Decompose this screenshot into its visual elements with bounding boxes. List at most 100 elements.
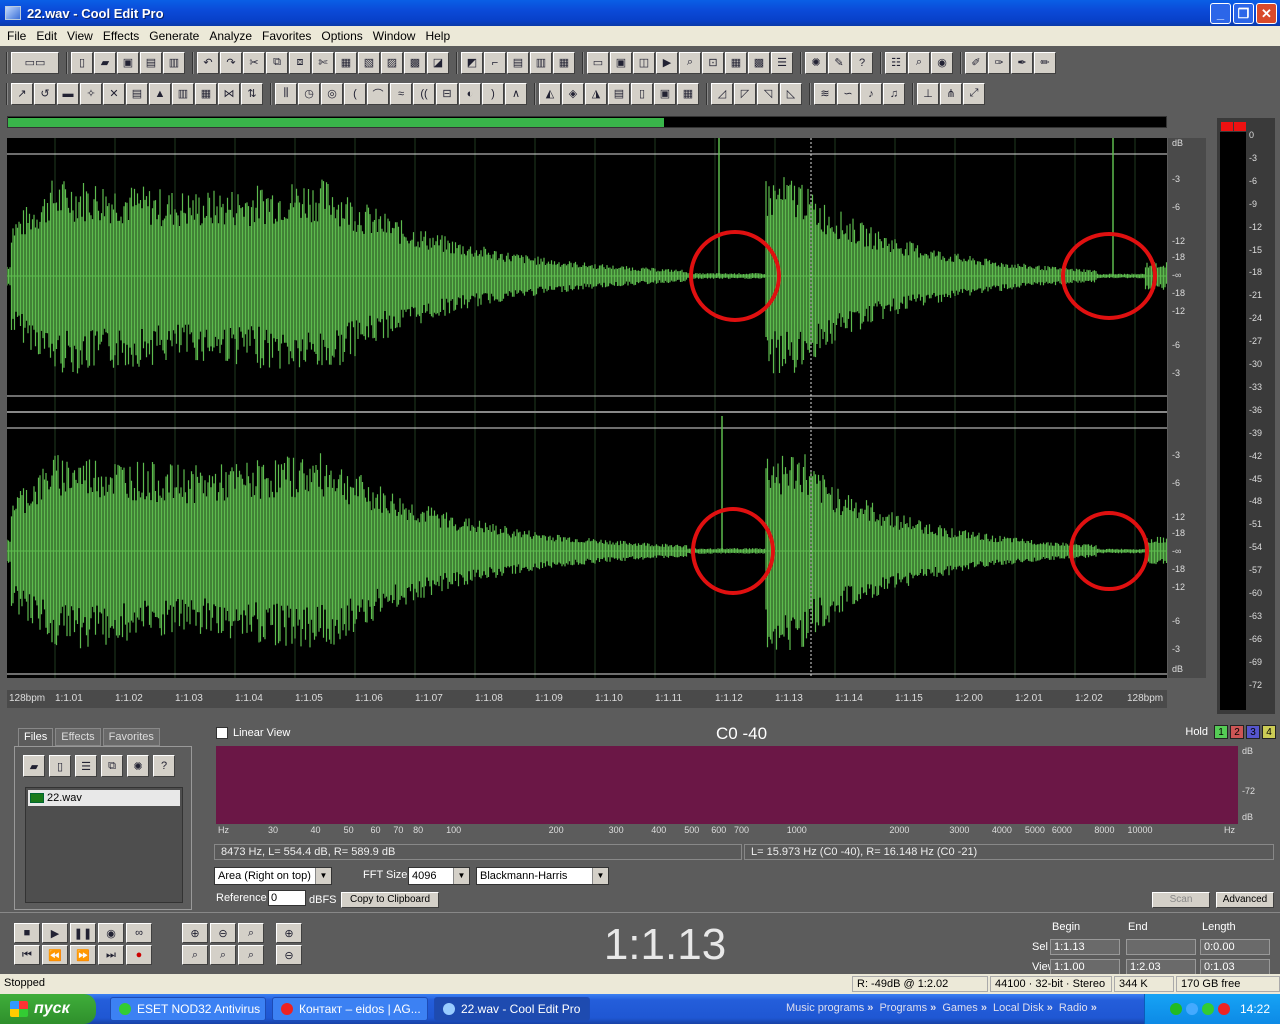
tab-favorites[interactable]: Favorites bbox=[102, 728, 160, 746]
close-file-icon[interactable]: ▥ bbox=[163, 51, 185, 74]
chevron-down-icon[interactable]: ▼ bbox=[453, 868, 469, 884]
quick-link-music[interactable]: Music programs bbox=[786, 1002, 873, 1014]
help-icon[interactable]: ? bbox=[851, 51, 873, 74]
frequency-window-icon[interactable]: ◉ bbox=[931, 51, 953, 74]
color-bars-icon[interactable]: ▩ bbox=[748, 51, 770, 74]
cue-list-icon[interactable]: ☰ bbox=[771, 51, 793, 74]
multitrack-toggle-icon[interactable]: ▭▭ bbox=[11, 51, 59, 74]
eq-icon[interactable]: ⫼ bbox=[275, 82, 297, 105]
chevron-down-icon[interactable]: ▼ bbox=[315, 868, 331, 884]
redo-icon[interactable]: ↷ bbox=[220, 51, 242, 74]
menu-analyze[interactable]: Analyze bbox=[204, 29, 257, 43]
file-item[interactable]: 22.wav bbox=[28, 790, 180, 806]
note-icon[interactable]: ♪ bbox=[860, 82, 882, 105]
dynamics-icon[interactable]: ✧ bbox=[80, 82, 102, 105]
record-icon[interactable]: ● bbox=[126, 945, 152, 965]
spectrum-display[interactable] bbox=[216, 746, 1238, 824]
spectrum-icon[interactable]: ◭ bbox=[539, 82, 561, 105]
copy-new-icon[interactable]: ⧈ bbox=[289, 51, 311, 74]
tray-volume-icon[interactable] bbox=[1185, 1003, 1198, 1015]
delay-icon[interactable]: ▦ bbox=[195, 82, 217, 105]
copy-to-clipboard-button[interactable]: Copy to Clipboard bbox=[341, 892, 439, 908]
overview-bar[interactable] bbox=[7, 116, 1167, 128]
quick-link-games[interactable]: Games bbox=[942, 1002, 987, 1014]
scan-button[interactable]: Scan bbox=[1152, 892, 1210, 908]
cut-icon[interactable]: ✂ bbox=[243, 51, 265, 74]
menu-help[interactable]: Help bbox=[420, 29, 455, 43]
settings-icon[interactable]: ✺ bbox=[805, 51, 827, 74]
hold-button-3[interactable]: 3 bbox=[1246, 725, 1260, 739]
menu-file[interactable]: File bbox=[2, 29, 31, 43]
stop-icon[interactable]: ■ bbox=[14, 923, 40, 943]
invert-icon[interactable]: ⇅ bbox=[241, 82, 263, 105]
sweep-icon[interactable]: ) bbox=[482, 82, 504, 105]
spectral-view-icon[interactable]: ▣ bbox=[610, 51, 632, 74]
save-icon[interactable]: ▣ bbox=[117, 51, 139, 74]
snap-icon[interactable]: ◩ bbox=[461, 51, 483, 74]
favorite-1-icon[interactable]: ✐ bbox=[965, 51, 987, 74]
silence-icon[interactable]: ▬ bbox=[57, 82, 79, 105]
copy-icon[interactable]: ⧉ bbox=[266, 51, 288, 74]
mix-paste-icon[interactable]: ▨ bbox=[381, 51, 403, 74]
taskbar-item-browser[interactable]: Контакт – eidos | AG... bbox=[272, 997, 428, 1021]
rewind-icon[interactable]: ⏪ bbox=[42, 945, 68, 965]
view-end-field[interactable]: 1:2.03 bbox=[1126, 959, 1196, 975]
channel-mixer-icon[interactable]: ↺ bbox=[34, 82, 56, 105]
phase-icon[interactable]: ◈ bbox=[562, 82, 584, 105]
grid-analyze-icon[interactable]: ▦ bbox=[677, 82, 699, 105]
fast-forward-icon[interactable]: ⏩ bbox=[70, 945, 96, 965]
advanced-button[interactable]: Advanced bbox=[1216, 892, 1274, 908]
go-to-start-icon[interactable]: ⏮ bbox=[14, 945, 40, 965]
tab-files[interactable]: Files bbox=[18, 728, 54, 746]
sel-end-field[interactable] bbox=[1126, 939, 1196, 955]
zoom-full-icon[interactable]: ⌕ bbox=[238, 923, 264, 943]
tone-gen-icon[interactable]: ◸ bbox=[734, 82, 756, 105]
waveform-display[interactable] bbox=[6, 138, 1196, 678]
window-function-select[interactable]: Blackmann-Harris ▼ bbox=[476, 867, 609, 885]
sel-begin-field[interactable]: 1:1.13 bbox=[1050, 939, 1120, 955]
dial-icon[interactable]: ◎ bbox=[321, 82, 343, 105]
pause-icon[interactable]: ❚❚ bbox=[70, 923, 96, 943]
flange-icon[interactable]: ≈ bbox=[390, 82, 412, 105]
close-file-icon[interactable]: ▯ bbox=[49, 755, 71, 777]
overview-range[interactable] bbox=[8, 118, 664, 127]
waveform-view-icon[interactable]: ▭ bbox=[587, 51, 609, 74]
trim-icon[interactable]: ✄ bbox=[312, 51, 334, 74]
menu-edit[interactable]: Edit bbox=[31, 29, 62, 43]
play-to-end-icon[interactable]: ◉ bbox=[98, 923, 124, 943]
echo-icon[interactable]: ( bbox=[344, 82, 366, 105]
edit-file-icon[interactable]: ⧉ bbox=[101, 755, 123, 777]
vertical-zoom-out-icon[interactable]: ⊖ bbox=[276, 945, 302, 965]
view-length-field[interactable]: 0:1.03 bbox=[1200, 959, 1270, 975]
tray-network-icon[interactable] bbox=[1169, 1003, 1182, 1015]
quick-link-radio[interactable]: Radio bbox=[1059, 1002, 1097, 1014]
window-view-icon[interactable]: ◫ bbox=[633, 51, 655, 74]
dtmf-icon[interactable]: ◹ bbox=[757, 82, 779, 105]
chorus-icon[interactable]: (( bbox=[413, 82, 435, 105]
open-file-icon[interactable]: ▰ bbox=[23, 755, 45, 777]
filter-icon[interactable]: ⊟ bbox=[436, 82, 458, 105]
hold-button-2[interactable]: 2 bbox=[1230, 725, 1244, 739]
paste-icon[interactable]: ▦ bbox=[335, 51, 357, 74]
zoom-right-icon[interactable]: ⌕ bbox=[210, 945, 236, 965]
sel-length-field[interactable]: 0:0.00 bbox=[1200, 939, 1270, 955]
menu-favorites[interactable]: Favorites bbox=[257, 29, 316, 43]
noise-icon[interactable]: ◐ bbox=[459, 82, 481, 105]
timer-icon[interactable]: ◷ bbox=[298, 82, 320, 105]
time-format-icon[interactable]: ⊡ bbox=[702, 51, 724, 74]
normalize-icon[interactable]: ▤ bbox=[126, 82, 148, 105]
waveform-svg[interactable] bbox=[6, 138, 1196, 678]
marker-icon[interactable]: ⌐ bbox=[484, 51, 506, 74]
reverse-icon[interactable]: ⋈ bbox=[218, 82, 240, 105]
properties-icon[interactable]: ✺ bbox=[127, 755, 149, 777]
linear-view-option[interactable]: Linear View bbox=[216, 727, 290, 739]
quick-link-local-disk[interactable]: Local Disk bbox=[993, 1002, 1053, 1014]
menu-options[interactable]: Options bbox=[316, 29, 367, 43]
select-both-icon[interactable]: ▦ bbox=[553, 51, 575, 74]
menu-window[interactable]: Window bbox=[368, 29, 421, 43]
select-left-icon[interactable]: ▤ bbox=[507, 51, 529, 74]
hold-button-1[interactable]: 1 bbox=[1214, 725, 1228, 739]
undo-icon[interactable]: ↶ bbox=[197, 51, 219, 74]
batch-icon[interactable]: ▤ bbox=[608, 82, 630, 105]
route-icon[interactable]: ⊥ bbox=[917, 82, 939, 105]
